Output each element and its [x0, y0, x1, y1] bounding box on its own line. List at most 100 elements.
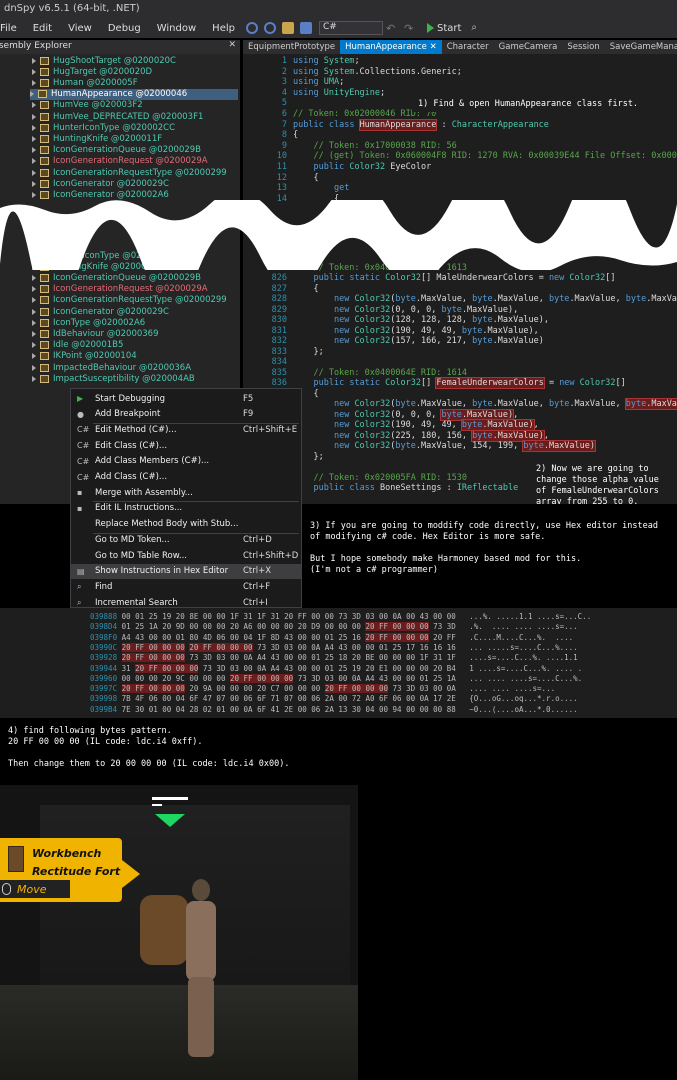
context-menu-item[interactable]: C# Edit Class (C#)...	[71, 438, 301, 453]
menu-file[interactable]: File	[0, 23, 25, 34]
context-menu-item[interactable]: C# Edit Method (C#)... Ctrl+Shift+E	[71, 422, 301, 437]
language-select[interactable]: C#	[318, 21, 383, 35]
close-icon[interactable]: ✕	[228, 40, 236, 50]
context-menu-item[interactable]: Replace Method Body with Stub...	[71, 517, 301, 532]
expand-arrow-icon[interactable]	[32, 353, 36, 360]
tree-item[interactable]: Idle @020001B5	[32, 340, 123, 351]
tab-save-game-manager[interactable]: SaveGameManager	[605, 40, 677, 54]
forward-icon[interactable]	[263, 22, 276, 34]
back-icon[interactable]	[245, 22, 258, 34]
tree-item[interactable]: Human @0200005F	[32, 77, 138, 88]
expand-arrow-icon[interactable]	[32, 319, 36, 326]
tree-item[interactable]: HugShootTarget @0200020C	[32, 55, 176, 66]
expand-arrow-icon[interactable]	[32, 124, 36, 131]
tree-item[interactable]: HunterIconType @020002CC	[32, 122, 175, 133]
expand-arrow-icon[interactable]	[32, 342, 36, 349]
hex-row[interactable]: 03997C 20 FF 00 00 00 20 9A 00 00 00 20 …	[90, 684, 555, 694]
menu-window[interactable]: Window	[149, 23, 204, 34]
menu-debug[interactable]: Debug	[100, 23, 149, 34]
tree-item[interactable]: IconGenerationQueue @0200029B	[32, 145, 201, 156]
code-line: new Color32(byte.MaxValue, byte.MaxValue…	[293, 398, 677, 410]
tab-human-appearance[interactable]: HumanAppearance ✕	[340, 40, 442, 54]
start-button[interactable]: Start	[426, 23, 461, 34]
context-menu-label: Go to MD Token...	[95, 534, 170, 545]
context-menu-item[interactable]: ▪ Merge with Assembly...	[71, 485, 301, 500]
tree-item[interactable]: HumVee @020003F2	[32, 100, 143, 111]
expand-arrow-icon[interactable]	[32, 297, 36, 304]
expand-arrow-icon[interactable]	[32, 191, 36, 198]
context-menu-item[interactable]: C# Add Class (C#)...	[71, 470, 301, 485]
expand-arrow-icon[interactable]	[32, 375, 36, 382]
expand-arrow-icon[interactable]	[32, 308, 36, 315]
hex-row[interactable]: 039888 00 01 25 19 20 8E 00 00 1F 31 1F …	[90, 612, 591, 621]
tab-character[interactable]: Character	[442, 40, 494, 54]
hex-row[interactable]: 039998 7B 4F 06 00 04 6F 47 07 00 06 6F …	[90, 694, 578, 703]
line-number: 12	[276, 172, 287, 183]
hex-row[interactable]: 039944 31 20 FF 00 00 00 73 3D 03 00 0A …	[90, 663, 582, 673]
expand-arrow-icon[interactable]	[32, 102, 36, 109]
expand-arrow-icon[interactable]	[32, 68, 36, 75]
context-menu-item[interactable]: ▪ Edit IL Instructions...	[71, 501, 301, 516]
expand-arrow-icon[interactable]	[32, 158, 36, 165]
expand-arrow-icon[interactable]	[32, 286, 36, 293]
expand-arrow-icon[interactable]	[32, 79, 36, 86]
close-icon[interactable]: ✕	[430, 42, 437, 52]
hex-row[interactable]: 03990C 20 FF 00 00 00 20 FF 00 00 00 73 …	[90, 642, 578, 652]
menu-help[interactable]: Help	[204, 23, 243, 34]
tree-item[interactable]: HumVee_DEPRECATED @020003F1	[32, 111, 203, 122]
menu-view[interactable]: View	[60, 23, 100, 34]
context-menu-label: Go to MD Table Row...	[95, 550, 187, 561]
open-icon[interactable]	[281, 22, 294, 34]
expand-arrow-icon[interactable]	[32, 113, 36, 120]
tab-session[interactable]: Session	[562, 40, 604, 54]
expand-arrow-icon[interactable]	[32, 330, 36, 337]
expand-arrow-icon[interactable]	[32, 135, 36, 142]
expand-arrow-icon[interactable]	[32, 364, 36, 371]
save-all-icon[interactable]	[299, 22, 312, 34]
expand-arrow-icon[interactable]	[32, 169, 36, 176]
tree-item[interactable]: IKPoint @02000104	[32, 351, 137, 362]
tree-item[interactable]: HumanAppearance @02000046	[30, 88, 238, 100]
context-menu-item[interactable]: ● Add Breakpoint F9	[71, 407, 301, 422]
expand-arrow-icon[interactable]	[32, 180, 36, 187]
hex-row[interactable]: 039928 20 FF 00 00 00 73 3D 03 00 0A A4 …	[90, 653, 578, 663]
tree-item[interactable]: IconGenerator @0200029C	[32, 306, 169, 317]
context-menu-item[interactable]: ⌕ Find Ctrl+F	[71, 579, 301, 594]
context-menu-item[interactable]: Go to MD Table Row... Ctrl+Shift+D	[71, 548, 301, 563]
hex-row[interactable]: 0399B4 7E 30 01 00 04 28 02 01 00 0A 6F …	[90, 705, 578, 714]
context-menu-label: Merge with Assembly...	[95, 487, 193, 498]
hex-editor[interactable]: 039888 00 01 25 19 20 8E 00 00 1F 31 1F …	[0, 608, 677, 718]
tree-item[interactable]: ImpactSusceptibility @020004AB	[32, 373, 195, 384]
expand-arrow-icon[interactable]	[32, 147, 36, 154]
tree-item[interactable]: IconGenerator @0200029C	[32, 178, 169, 189]
health-bar-small	[152, 804, 162, 806]
hex-row[interactable]: 0398D4 01 25 1A 20 9D 00 00 00 20 A6 00 …	[90, 622, 578, 632]
tree-item[interactable]: IconGenerationQueue @0200029B	[32, 272, 201, 283]
tab-equipment-prototype[interactable]: EquipmentPrototype	[243, 40, 340, 54]
context-menu-item[interactable]: ▶ Start Debugging F5	[71, 391, 301, 406]
context-menu-item[interactable]: C# Add Class Members (C#)...	[71, 454, 301, 469]
context-menu-item[interactable]: Go to MD Token... Ctrl+D	[71, 532, 301, 547]
tree-item[interactable]: HuntingKnife @0200011F	[32, 133, 162, 144]
tree-item[interactable]: IconGenerationRequest @0200029A	[32, 156, 208, 167]
tree-item[interactable]: IconGenerationRequestType @02000299	[32, 295, 227, 306]
tree-item[interactable]: HugTarget @0200020D	[32, 66, 152, 77]
tree-item[interactable]: IconType @020002A6	[32, 317, 145, 328]
menu-edit[interactable]: Edit	[25, 23, 60, 34]
redo-icon[interactable]: ↷	[404, 22, 416, 35]
hex-row[interactable]: 039960 00 00 00 20 9C 00 00 00 20 FF 00 …	[90, 673, 582, 683]
expand-arrow-icon[interactable]	[32, 274, 36, 281]
search-icon[interactable]: ⌕	[471, 22, 483, 34]
undo-icon[interactable]: ↶	[386, 22, 398, 35]
tree-item[interactable]: IconGenerationRequest @0200029A	[32, 284, 208, 295]
tree-item[interactable]: IconGenerationRequestType @02000299	[32, 167, 227, 178]
context-menu-item[interactable]: ▤ Show Instructions in Hex Editor Ctrl+X	[71, 563, 301, 579]
hex-row[interactable]: 0398F0 A4 43 00 00 01 80 4D 06 00 04 1F …	[90, 632, 573, 642]
code-editor[interactable]: 1 using System; 2 using System.Collections.…	[243, 54, 677, 504]
tree-item[interactable]: IconGenerator @020002A6	[32, 189, 169, 200]
tree-item[interactable]: ImpactedBehaviour @0200036A	[32, 362, 191, 373]
expand-arrow-icon[interactable]	[32, 57, 36, 64]
expand-arrow-icon[interactable]	[30, 91, 34, 98]
tree-item[interactable]: IdBehaviour @02000369	[32, 328, 159, 339]
tab-game-camera[interactable]: GameCamera	[494, 40, 563, 54]
